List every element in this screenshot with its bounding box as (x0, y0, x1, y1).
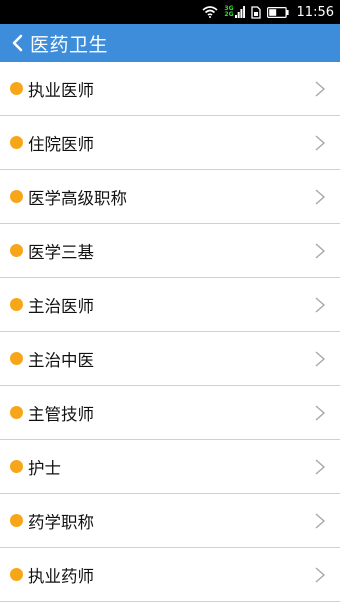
bullet-dot-icon (10, 244, 23, 257)
chevron-right-icon (314, 566, 328, 584)
list-item-label: 医学三基 (28, 242, 94, 262)
chevron-right-icon (314, 80, 328, 98)
network-type-indicator: 3G 2G (224, 6, 245, 18)
category-list: 执业医师 住院医师 医学高级职称 医学三基 主治医师 主治中医 主管技师 护士 … (0, 62, 340, 602)
list-item[interactable]: 住院医师 (0, 116, 340, 170)
battery-icon (266, 6, 289, 18)
bullet-dot-icon (10, 568, 23, 581)
list-item-label: 住院医师 (28, 134, 94, 154)
bullet-dot-icon (10, 460, 23, 473)
network-bottom-label: 2G (224, 11, 234, 18)
back-button[interactable] (4, 24, 30, 62)
chevron-left-icon (12, 34, 23, 52)
chevron-right-icon (314, 404, 328, 422)
app-header: 医药卫生 (0, 24, 340, 62)
list-item-label: 主管技师 (28, 404, 94, 424)
list-item[interactable]: 执业药师 (0, 548, 340, 602)
bullet-dot-icon (10, 190, 23, 203)
wifi-icon (202, 6, 218, 18)
bullet-dot-icon (10, 136, 23, 149)
chevron-right-icon (314, 350, 328, 368)
chevron-right-icon (314, 512, 328, 530)
chevron-right-icon (314, 134, 328, 152)
list-item-label: 主治医师 (28, 296, 94, 316)
bullet-dot-icon (10, 406, 23, 419)
list-item-label: 护士 (28, 458, 61, 478)
list-item-label: 执业医师 (28, 80, 94, 100)
chevron-right-icon (314, 296, 328, 314)
list-item-label: 医学高级职称 (28, 188, 127, 208)
list-item[interactable]: 护士 (0, 440, 340, 494)
status-bar: 3G 2G 11:56 (0, 0, 340, 24)
list-item[interactable]: 医学高级职称 (0, 170, 340, 224)
list-item[interactable]: 主管技师 (0, 386, 340, 440)
list-item[interactable]: 主治中医 (0, 332, 340, 386)
list-item-label: 执业药师 (28, 566, 94, 586)
status-time: 11:56 (296, 4, 334, 20)
sim-icon (250, 5, 261, 19)
bullet-dot-icon (10, 298, 23, 311)
page-title: 医药卫生 (30, 33, 109, 56)
chevron-right-icon (314, 242, 328, 260)
list-item-label: 药学职称 (28, 512, 94, 532)
list-item-label: 主治中医 (28, 350, 94, 370)
chevron-right-icon (314, 188, 328, 206)
chevron-right-icon (314, 458, 328, 476)
bullet-dot-icon (10, 82, 23, 95)
bullet-dot-icon (10, 514, 23, 527)
list-item[interactable]: 医学三基 (0, 224, 340, 278)
list-item[interactable]: 执业医师 (0, 62, 340, 116)
bullet-dot-icon (10, 352, 23, 365)
list-item[interactable]: 药学职称 (0, 494, 340, 548)
signal-icon (234, 6, 245, 18)
list-item[interactable]: 主治医师 (0, 278, 340, 332)
